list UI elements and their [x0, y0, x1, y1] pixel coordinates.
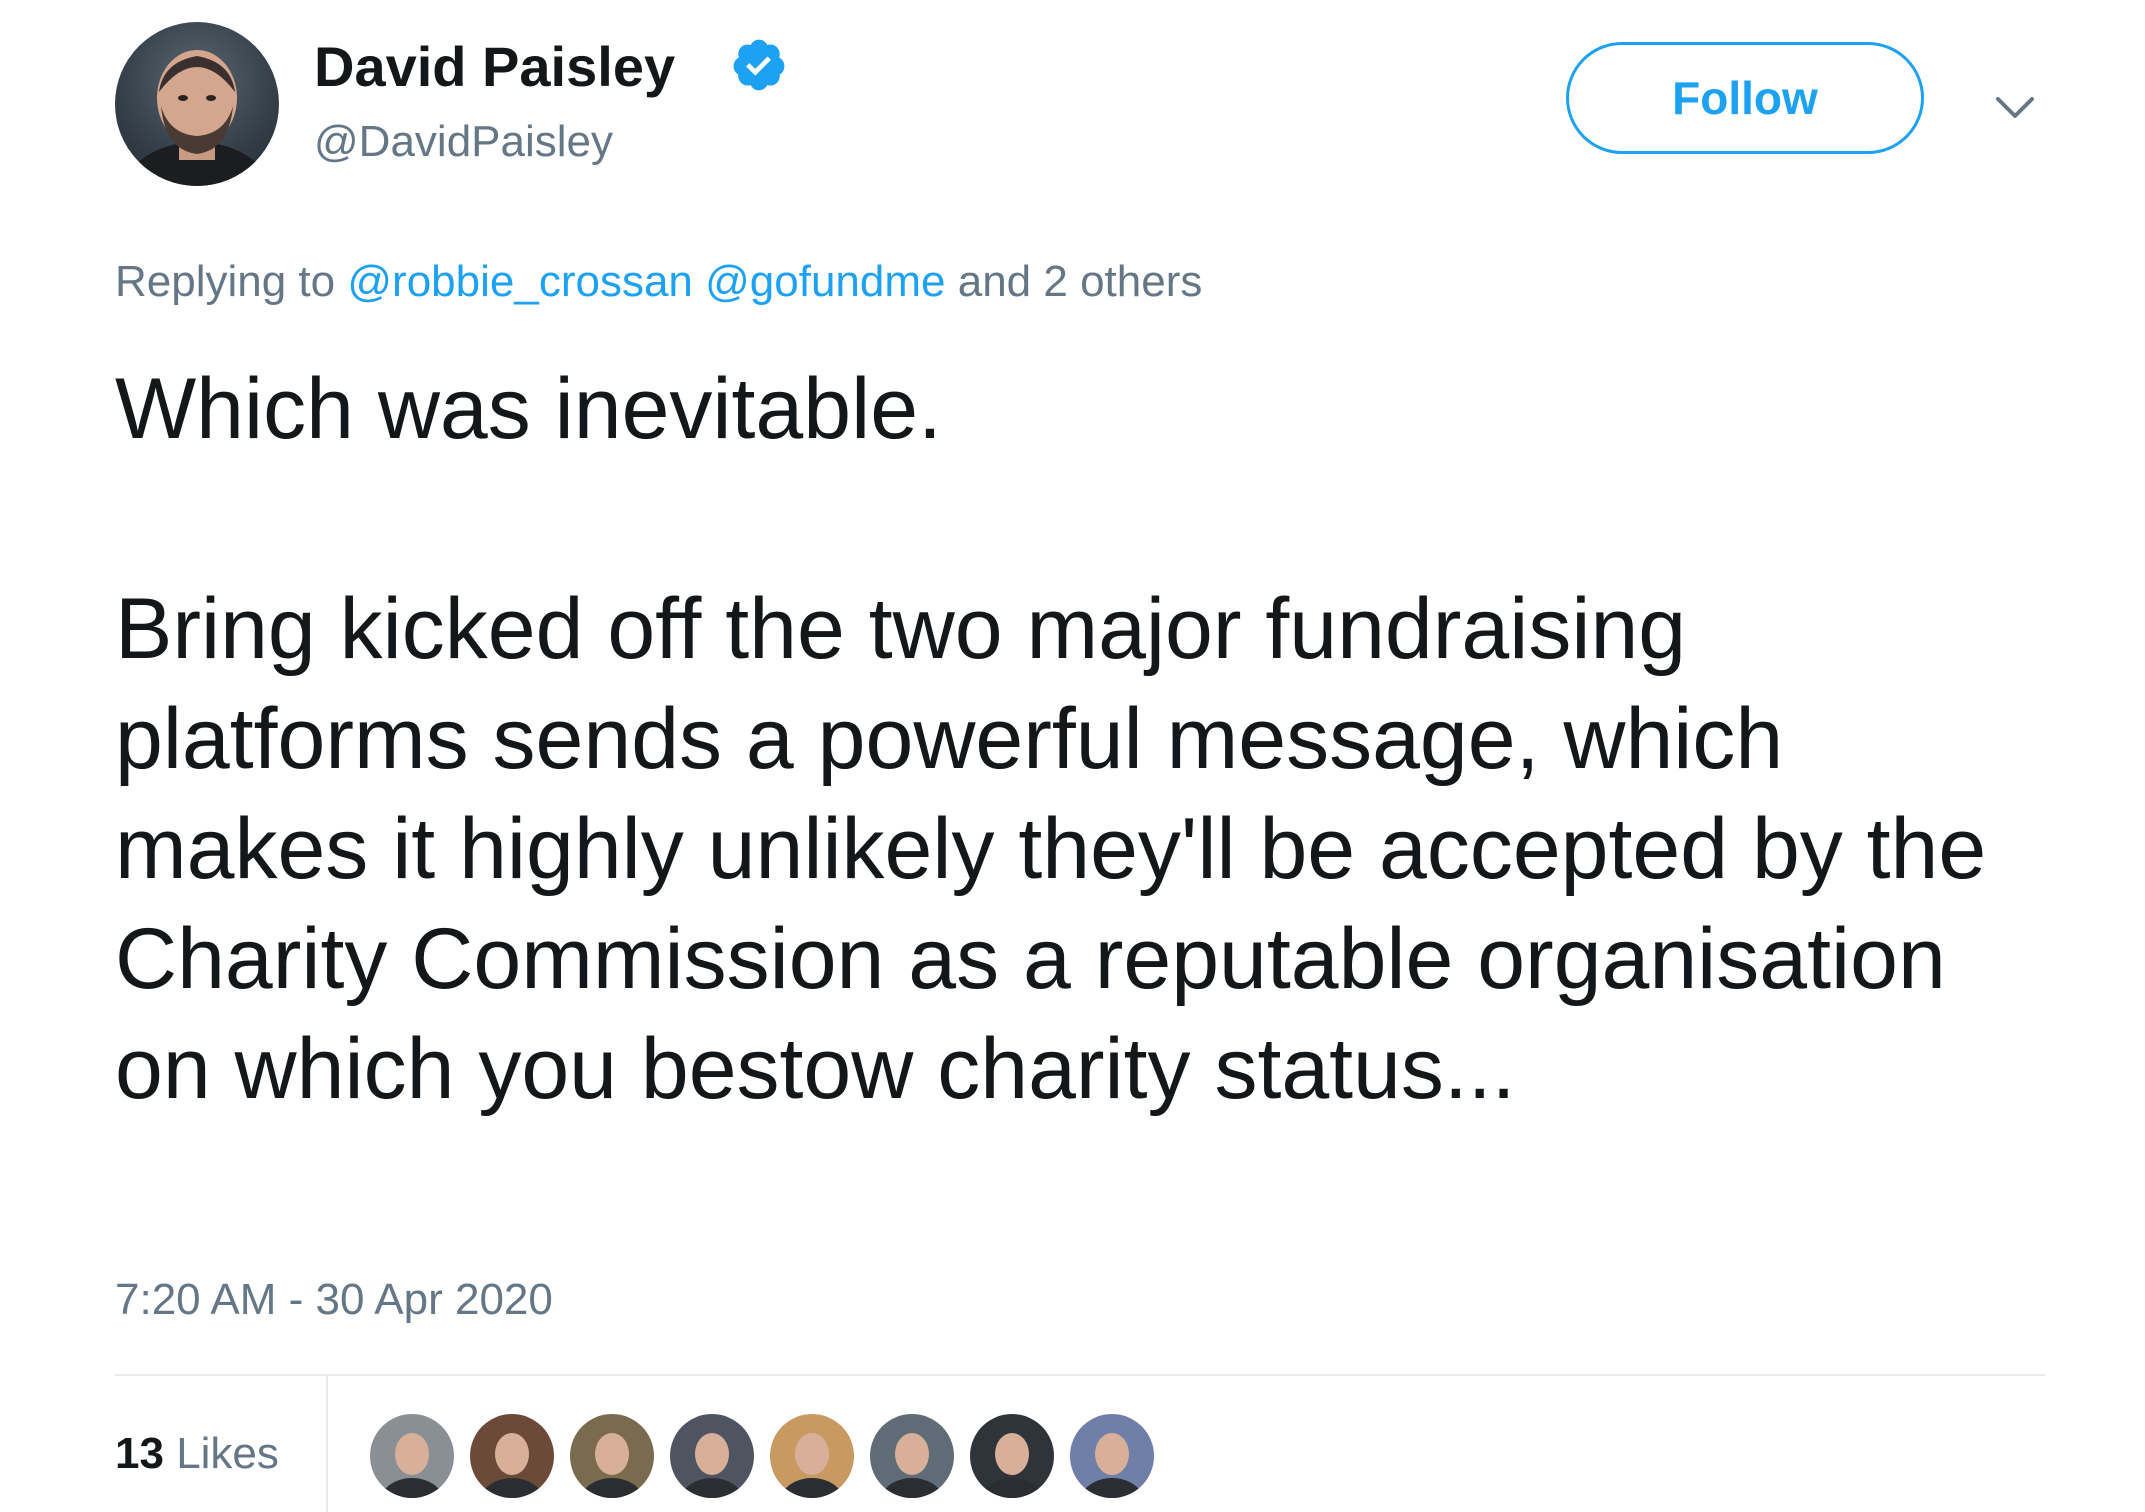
reply-others-link[interactable]: and 2 others	[958, 257, 1203, 306]
tweet-timestamp[interactable]: 7:20 AM - 30 Apr 2020	[115, 1272, 553, 1328]
tweet-paragraph: Bring kicked off the two major fundraisi…	[115, 581, 1987, 1117]
liker-avatar[interactable]	[570, 1414, 654, 1498]
liker-avatar[interactable]	[970, 1414, 1054, 1498]
chevron-down-icon[interactable]	[1990, 82, 2040, 132]
liker-avatar[interactable]	[870, 1414, 954, 1498]
stats-divider	[326, 1376, 328, 1512]
display-name[interactable]: David Paisley	[314, 34, 675, 100]
liker-avatar[interactable]	[1070, 1414, 1154, 1498]
reply-prefix: Replying to	[115, 257, 336, 306]
mention-link[interactable]: @robbie_crossan	[347, 257, 693, 306]
tweet-text: Which was inevitable. Bring kicked off t…	[115, 354, 2045, 1124]
user-handle[interactable]: @DavidPaisley	[314, 114, 613, 170]
liker-avatar[interactable]	[470, 1414, 554, 1498]
verified-badge-icon	[730, 36, 788, 94]
tweet-card: David Paisley @DavidPaisley Follow Reply…	[0, 0, 2145, 1512]
liker-avatar[interactable]	[370, 1414, 454, 1498]
user-avatar[interactable]	[115, 22, 279, 186]
likes-count[interactable]: 13 Likes	[115, 1426, 279, 1482]
divider	[115, 1374, 2045, 1376]
mention-link[interactable]: @gofundme	[705, 257, 945, 306]
reply-context: Replying to @robbie_crossan @gofundme an…	[115, 254, 1202, 310]
follow-button[interactable]: Follow	[1566, 42, 1924, 154]
likes-label: Likes	[176, 1429, 279, 1478]
liker-avatars	[370, 1414, 1154, 1498]
likes-number: 13	[115, 1429, 164, 1478]
tweet-line: Which was inevitable.	[115, 361, 942, 457]
liker-avatar[interactable]	[770, 1414, 854, 1498]
liker-avatar[interactable]	[670, 1414, 754, 1498]
